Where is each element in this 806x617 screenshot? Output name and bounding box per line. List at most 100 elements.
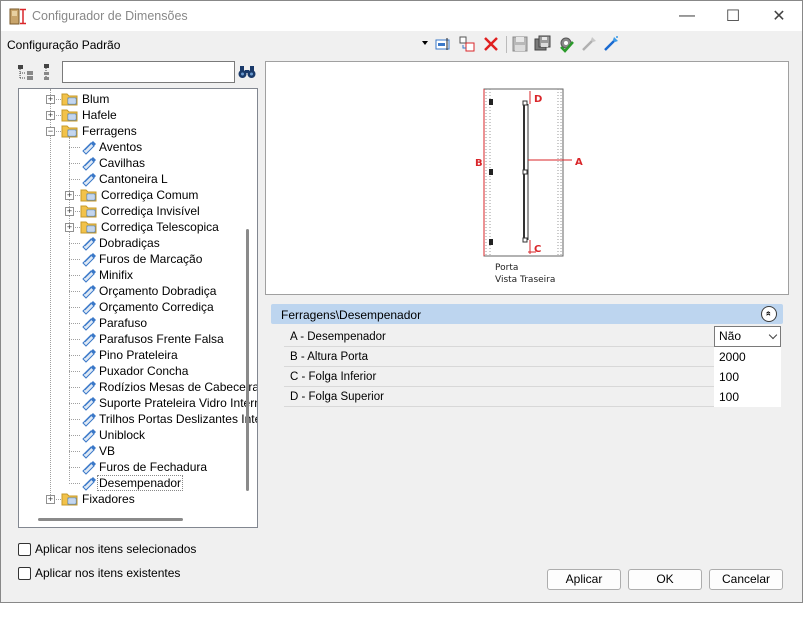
hardware-item-icon [80, 155, 96, 171]
expand-plus-icon[interactable]: + [65, 223, 74, 232]
chevron-down-icon[interactable] [422, 41, 428, 45]
apply-existing-label: Aplicar nos itens existentes [35, 566, 181, 580]
tree-item-label: Corrediça Telescopica [101, 220, 219, 234]
config-select[interactable]: Configuração Padrão [7, 38, 120, 52]
tree-item[interactable]: Parafuso [80, 315, 148, 331]
tree-item-label: Blum [82, 92, 110, 106]
tree-item[interactable]: Suporte Prateleira Vidro Interno [80, 395, 258, 411]
property-label: A - Desempenador [290, 331, 386, 343]
property-value-field[interactable]: 100 [714, 387, 781, 407]
tree-folder[interactable]: Fixadores [61, 491, 136, 507]
tree-item[interactable]: Uniblock [80, 427, 146, 443]
tree-item[interactable]: Rodízios Mesas de Cabeceira [80, 379, 258, 395]
tree-folder[interactable]: Corrediça Comum [80, 187, 199, 203]
settings-check-icon[interactable] [557, 35, 575, 53]
property-group-header[interactable]: Ferragens\Desempenador « [271, 304, 783, 324]
tree-folder[interactable]: Hafele [61, 107, 118, 123]
hardware-item-icon [80, 443, 96, 459]
tree-folder[interactable]: Ferragens [61, 123, 138, 139]
hardware-item-icon [80, 411, 96, 427]
binoculars-search-icon[interactable] [238, 64, 256, 80]
apply-button[interactable]: Aplicar [547, 569, 621, 590]
tree-item[interactable]: Puxador Concha [80, 363, 189, 379]
expand-plus-icon[interactable]: + [46, 495, 55, 504]
hardware-item-icon [80, 395, 96, 411]
tree-connector [69, 259, 80, 260]
tree-folder[interactable]: Corrediça Telescopica [80, 219, 220, 235]
tree-connector [69, 307, 80, 308]
hardware-item-icon [80, 139, 96, 155]
tree-search-input[interactable] [62, 61, 235, 83]
expand-plus-icon[interactable]: + [65, 191, 74, 200]
tree-item[interactable]: VB [80, 443, 116, 459]
tree-item[interactable]: Pino Prateleira [80, 347, 179, 363]
save-all-icon[interactable] [534, 35, 552, 53]
apply-selected-checkbox[interactable] [18, 542, 31, 556]
tree-guide-line [69, 137, 70, 481]
apply-selected-option[interactable]: Aplicar nos itens selecionados [18, 541, 196, 557]
tree-item-label: Furos de Marcação [99, 252, 203, 266]
wand-icon[interactable] [602, 35, 620, 53]
apply-existing-checkbox[interactable] [18, 566, 31, 580]
maximize-button[interactable]: ☐ [710, 1, 756, 31]
tree-item[interactable]: Trilhos Portas Deslizantes Internas [80, 411, 257, 427]
tree-item[interactable]: Cantoneira L [80, 171, 169, 187]
tree-item-label: Cantoneira L [99, 172, 168, 186]
tree-connector [69, 467, 80, 468]
dimension-label-d: D [534, 94, 542, 105]
apply-selected-label: Aplicar nos itens selecionados [35, 542, 197, 556]
hardware-item-icon [80, 235, 96, 251]
expand-plus-icon[interactable]: + [46, 111, 55, 120]
tree-connector [69, 339, 80, 340]
door-diagram: B A D C Porta Vista Traseira [475, 88, 583, 285]
tree-item-label: Rodízios Mesas de Cabeceira [99, 380, 258, 394]
tree-item[interactable]: Parafusos Frente Falsa [80, 331, 225, 347]
app-ruler-icon [9, 8, 26, 25]
tree-item-label: Suporte Prateleira Vidro Interno [99, 396, 258, 410]
tree-folder[interactable]: Blum [61, 91, 110, 107]
tree-item-label: Cavilhas [99, 156, 146, 170]
tree-item[interactable]: Orçamento Dobradiça [80, 283, 217, 299]
edit-config-icon[interactable] [434, 35, 452, 53]
hardware-item-icon [80, 299, 96, 315]
property-value-field[interactable]: 100 [714, 367, 781, 387]
tree-item-label: Corrediça Invisível [101, 204, 200, 218]
tree-item[interactable]: Furos de Fechadura [80, 459, 208, 475]
expand-plus-icon[interactable]: + [65, 207, 74, 216]
minimize-button[interactable]: — [664, 1, 710, 31]
tree-horizontal-scrollbar[interactable] [38, 518, 183, 521]
tree-connector [69, 371, 80, 372]
tree-item[interactable]: Aventos [80, 139, 143, 155]
collapse-chevron-icon[interactable]: « [761, 306, 777, 322]
property-group-title: Ferragens\Desempenador [281, 308, 422, 322]
expand-tree-icon[interactable] [17, 63, 35, 81]
ok-button[interactable]: OK [628, 569, 702, 590]
tree-vertical-scrollbar[interactable] [246, 229, 249, 491]
save-icon[interactable] [511, 35, 529, 53]
close-button[interactable]: ✕ [756, 1, 802, 31]
tree-item[interactable]: Furos de Marcação [80, 251, 203, 267]
collapse-tree-icon[interactable] [40, 63, 56, 81]
delete-config-icon[interactable] [482, 35, 500, 53]
property-label: B - Altura Porta [290, 351, 368, 363]
tree-item-label: VB [99, 444, 116, 458]
collapse-minus-icon[interactable]: − [46, 127, 55, 136]
tree-item[interactable]: Dobradiças [80, 235, 161, 251]
tree-connector [69, 179, 80, 180]
cancel-button[interactable]: Cancelar [709, 569, 783, 590]
desempenador-select[interactable]: Não [714, 326, 781, 347]
tree-item[interactable]: Desempenador [80, 475, 184, 491]
tree-item[interactable]: Orçamento Corrediça [80, 299, 215, 315]
apply-existing-option[interactable]: Aplicar nos itens existentes [18, 565, 180, 581]
hardware-item-icon [80, 475, 96, 491]
disabled-wand-icon[interactable] [580, 35, 598, 53]
expand-plus-icon[interactable]: + [46, 95, 55, 104]
tree-connector [69, 275, 80, 276]
hardware-item-icon [80, 347, 96, 363]
property-value-field[interactable]: 2000 [714, 347, 781, 367]
tree-item[interactable]: Minifix [80, 267, 134, 283]
tree-item[interactable]: Cavilhas [80, 155, 146, 171]
copy-config-icon[interactable] [458, 35, 476, 53]
tree-folder[interactable]: Corrediça Invisível [80, 203, 201, 219]
hardware-item-icon [80, 267, 96, 283]
